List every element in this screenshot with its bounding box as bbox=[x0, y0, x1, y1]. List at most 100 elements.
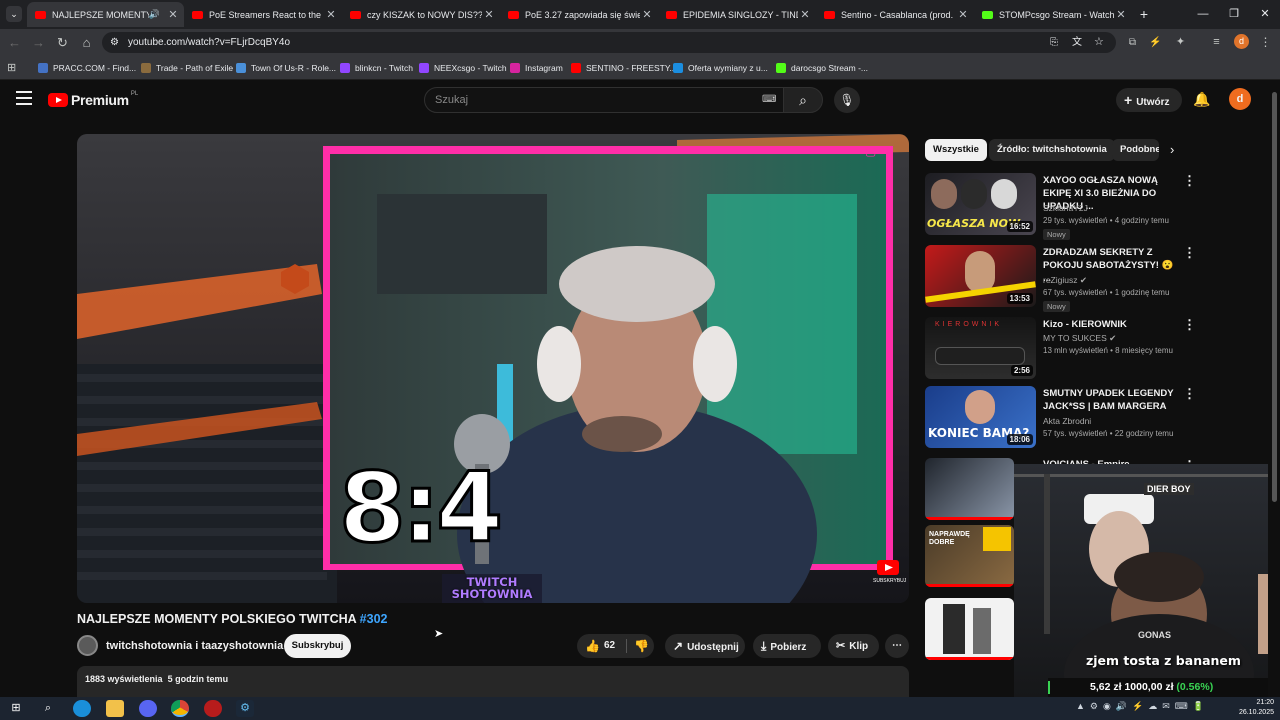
close-tab-icon[interactable]: ✕ bbox=[640, 8, 654, 21]
channel-name[interactable]: twitchshotownia i taazyshotownia bbox=[106, 640, 283, 652]
chevron-right-icon[interactable]: › bbox=[1170, 142, 1174, 157]
tab-4[interactable]: EPIDEMIA SINGLOZY - TINDER ✕ bbox=[658, 2, 816, 27]
close-tab-icon[interactable]: ✕ bbox=[482, 8, 496, 21]
video-player[interactable]: ▢ ✕ 8:4 TWITCH SHOTOWNIA SUBSKRYBUJ bbox=[77, 134, 909, 603]
tab-search-icon[interactable]: ⌄ bbox=[6, 6, 22, 22]
voice-search-button[interactable]: 🎙 bbox=[834, 87, 860, 113]
windows-start-icon[interactable]: ⊞ bbox=[7, 700, 25, 717]
rec-thumbnail[interactable]: KIEROWNIK 2:56 bbox=[925, 317, 1036, 379]
discord-icon[interactable] bbox=[139, 700, 157, 717]
download-button[interactable]: ⤓ Pobierz bbox=[753, 634, 821, 658]
rec-channel[interactable]: SzklanaY2J bbox=[1043, 203, 1088, 213]
rec-channel[interactable]: reZigiusz ✔ bbox=[1043, 275, 1087, 286]
system-tray[interactable]: ▲⚙◉🔊⚡☁✉⌨🔋 bbox=[1076, 701, 1209, 712]
steam-icon[interactable]: ⚙ bbox=[236, 700, 254, 717]
rec-thumbnail[interactable] bbox=[925, 458, 1014, 520]
rec-thumbnail[interactable] bbox=[925, 598, 1014, 660]
extension-icon[interactable]: ⚡ bbox=[1147, 34, 1164, 51]
edge-icon[interactable] bbox=[73, 700, 91, 717]
maximize-button[interactable]: ❐ bbox=[1219, 4, 1249, 24]
keyboard-icon[interactable]: ⌨ bbox=[762, 88, 776, 112]
hamburger-menu-icon[interactable] bbox=[16, 91, 32, 105]
more-vert-icon[interactable]: ⋮ bbox=[1183, 386, 1196, 402]
channel-avatar[interactable] bbox=[77, 635, 98, 656]
close-window-button[interactable]: ✕ bbox=[1250, 4, 1280, 24]
thumbs-down-icon[interactable]: 👎 bbox=[634, 634, 649, 658]
like-button[interactable]: 👍 62 👎 bbox=[577, 634, 654, 658]
create-button[interactable]: + Utwórz bbox=[1116, 88, 1182, 112]
rec-video[interactable]: KIEROWNIK 2:56 Kizo - KIEROWNIK MY TO SU… bbox=[925, 317, 1265, 381]
rec-thumbnail[interactable]: KONIEC BAMA? 18:06 bbox=[925, 386, 1036, 448]
bookmark-item[interactable]: SENTINO - FREESTY... bbox=[571, 60, 677, 76]
bookmark-item[interactable]: blinkcn - Twitch bbox=[340, 60, 413, 76]
chip-source[interactable]: Źródło: twitchshotownia bbox=[989, 139, 1115, 161]
close-tab-icon[interactable]: ✕ bbox=[1114, 8, 1128, 21]
app-icon[interactable] bbox=[204, 700, 222, 717]
chip-all[interactable]: Wszystkie bbox=[925, 139, 987, 161]
rec-channel[interactable]: Akta Zbrodni bbox=[1043, 416, 1091, 426]
description-box[interactable]: 1883 wyświetlenia 5 godzin temu bbox=[77, 666, 909, 697]
rec-channel[interactable]: MY TO SUKCES ✔ bbox=[1043, 333, 1116, 344]
bookmark-item[interactable]: PRACC.COM - Find... bbox=[38, 60, 136, 76]
share-button[interactable]: ↗ Udostępnij bbox=[665, 634, 745, 658]
notifications-bell-icon[interactable]: 🔔 bbox=[1193, 91, 1210, 108]
more-vert-icon[interactable]: ⋮ bbox=[1183, 317, 1196, 333]
home-icon[interactable]: ⌂ bbox=[78, 34, 95, 51]
bookmark-item[interactable]: Trade - Path of Exile bbox=[141, 60, 233, 76]
taskbar-search-icon[interactable]: ⌕ bbox=[39, 700, 57, 717]
search-input[interactable]: Szukaj ⌨ bbox=[424, 87, 784, 113]
back-icon[interactable]: ← bbox=[6, 34, 23, 51]
audio-icon[interactable]: 🔊 bbox=[149, 9, 160, 20]
youtube-logo[interactable]: Premium PL bbox=[48, 91, 138, 108]
forward-icon[interactable]: → bbox=[30, 34, 47, 51]
browser-menu-icon[interactable]: ⋮ bbox=[1257, 34, 1274, 51]
minimize-button[interactable]: — bbox=[1188, 4, 1218, 24]
rec-thumbnail[interactable]: OGŁASZA NOW 16:52 bbox=[925, 173, 1036, 235]
clip-button[interactable]: ✂ Klip bbox=[828, 634, 879, 658]
puzzle-icon[interactable]: ✦ bbox=[1172, 34, 1189, 51]
hashtag-link[interactable]: #302 bbox=[360, 612, 388, 626]
close-tab-icon[interactable]: ✕ bbox=[956, 8, 970, 21]
new-tab-button[interactable]: + bbox=[1135, 5, 1153, 23]
more-vert-icon[interactable]: ⋮ bbox=[1183, 173, 1196, 189]
rec-video[interactable]: 13:53 ZDRADZAM SEKRETY Z POKOJU SABOTAŻY… bbox=[925, 245, 1265, 312]
tab-2[interactable]: czy KISZAK to NOWY DIS??? ✕ bbox=[342, 2, 500, 27]
translate-icon[interactable]: 文 bbox=[1072, 32, 1082, 53]
profile-avatar[interactable]: d bbox=[1234, 34, 1249, 49]
clock[interactable]: 21:20 26.10.2025 bbox=[1236, 698, 1274, 718]
tab-3[interactable]: PoE 3.27 zapowiada się świetnie ✕ bbox=[500, 2, 658, 27]
bookmark-star-icon[interactable]: ☆ bbox=[1094, 32, 1104, 53]
close-tab-icon[interactable]: ✕ bbox=[324, 8, 338, 21]
tab-0[interactable]: NAJLEPSZE MOMENTY POL 🔊 ✕ bbox=[27, 2, 184, 27]
tab-1[interactable]: PoE Streamers React to the New ✕ bbox=[184, 2, 342, 27]
search-button[interactable]: ⌕ bbox=[783, 87, 823, 113]
install-icon[interactable]: ⎘ bbox=[1050, 32, 1058, 53]
rec-thumbnail[interactable]: 13:53 bbox=[925, 245, 1036, 307]
more-actions-button[interactable]: ⋯ bbox=[885, 634, 909, 658]
bookmark-item[interactable]: Instagram bbox=[510, 60, 563, 76]
close-tab-icon[interactable]: ✕ bbox=[166, 8, 180, 21]
extension-icon[interactable]: ⧉ bbox=[1124, 34, 1141, 51]
close-tab-icon[interactable]: ✕ bbox=[798, 8, 812, 21]
apps-icon[interactable]: ⊞ bbox=[7, 61, 16, 74]
more-vert-icon[interactable]: ⋮ bbox=[1183, 245, 1196, 261]
rec-thumbnail[interactable]: NAPRAWDĘ DOBRE bbox=[925, 525, 1014, 587]
rec-video[interactable]: KONIEC BAMA? 18:06 SMUTNY UPADEK LEGENDY… bbox=[925, 386, 1265, 450]
bookmark-item[interactable]: darocsgo Stream -... bbox=[776, 60, 868, 76]
bookmark-item[interactable]: Oferta wymiany z u... bbox=[673, 60, 768, 76]
tab-5[interactable]: Sentino - Casablanca (prod. Cr ✕ bbox=[816, 2, 974, 27]
chip-similar[interactable]: Podobne bbox=[1112, 139, 1159, 161]
bookmark-item[interactable]: NEEXcsgo - Twitch bbox=[419, 60, 507, 76]
media-control-icon[interactable]: ≡ bbox=[1208, 34, 1225, 51]
rec-video[interactable]: OGŁASZA NOW 16:52 XAYOO OGŁASZA NOWĄ EKI… bbox=[925, 173, 1265, 240]
subscribe-button[interactable]: Subskrybuj bbox=[284, 634, 351, 658]
scrollbar-thumb[interactable] bbox=[1272, 92, 1277, 502]
address-bar[interactable]: ⚙ youtube.com/watch?v=FLjrDcqBY4o ⎘ 文 ☆ bbox=[102, 32, 1116, 53]
tab-6[interactable]: STOMPcsgo Stream - Watch Li ✕ bbox=[974, 2, 1132, 27]
account-avatar[interactable]: d bbox=[1229, 88, 1251, 110]
file-explorer-icon[interactable] bbox=[106, 700, 124, 717]
bookmark-item[interactable]: Town Of Us-R - Role... bbox=[236, 60, 336, 76]
site-info-icon[interactable]: ⚙ bbox=[110, 32, 119, 53]
chrome-icon[interactable] bbox=[171, 700, 189, 717]
reload-icon[interactable]: ↻ bbox=[54, 34, 71, 51]
